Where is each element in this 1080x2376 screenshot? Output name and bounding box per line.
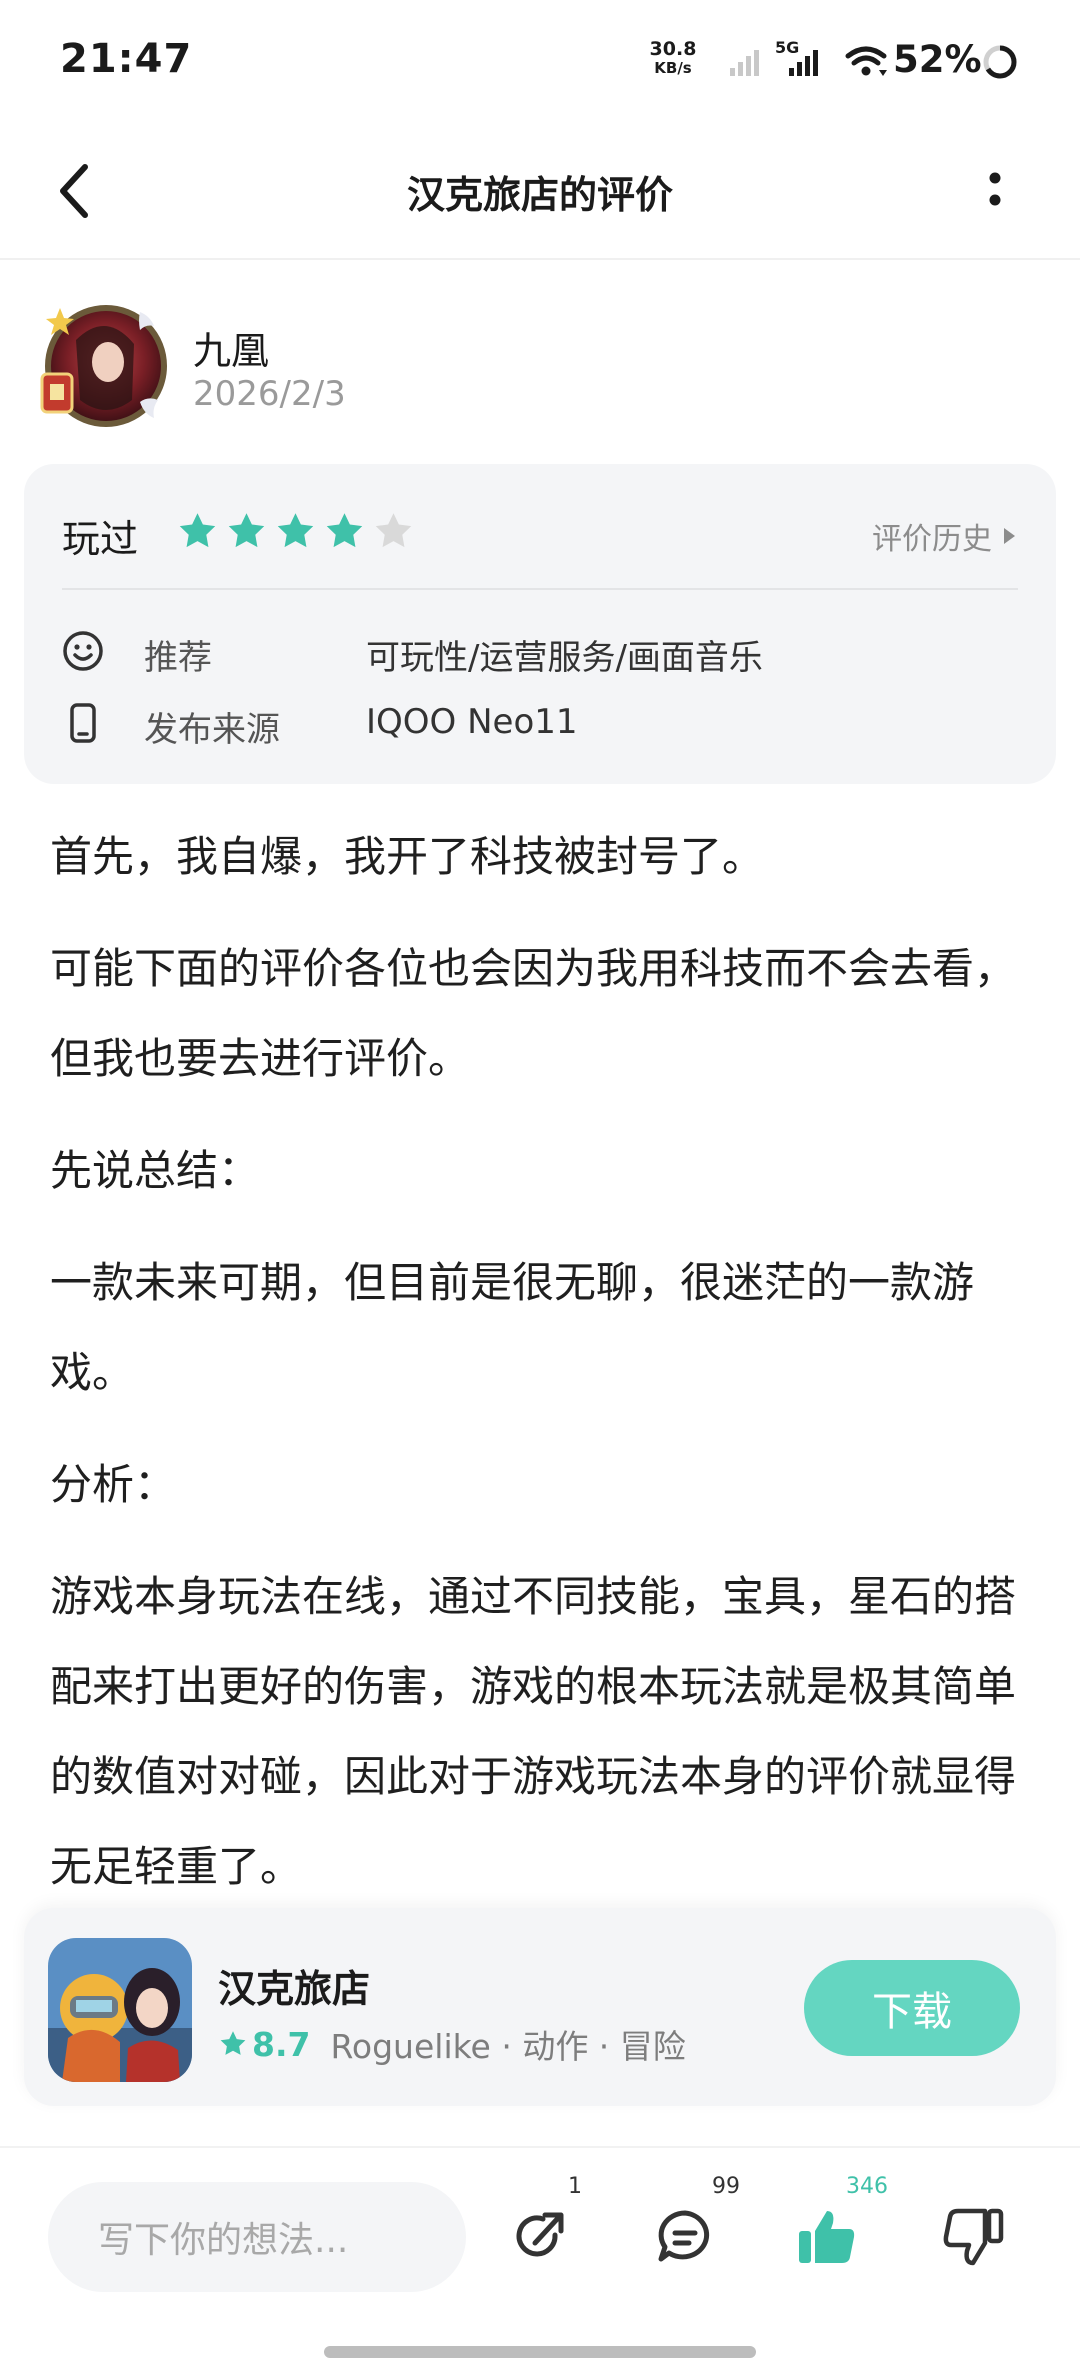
review-paragraph: 首先，我自爆，我开了科技被封号了。 xyxy=(50,832,765,881)
battery-icon xyxy=(983,45,1017,79)
review-paragraph: 可能下面的评价各位也会因为我用科技而不会去看，但我也要去进行评价。 xyxy=(50,944,1017,1083)
review-paragraph: 分析： xyxy=(50,1460,177,1509)
game-card[interactable]: 汉克旅店 8.7 Roguelike · 动作 · 冒险 下载 xyxy=(24,1908,1056,2106)
review-date: 2026/2/3 xyxy=(193,374,346,414)
review-body: 首先，我自爆，我开了科技被封号了。 可能下面的评价各位也会因为我用科技而不会去看… xyxy=(50,812,1030,1934)
avatar[interactable] xyxy=(36,300,170,430)
recommend-value: 可玩性/运营服务/画面音乐 xyxy=(366,638,763,678)
star-empty-icon xyxy=(375,513,412,548)
network-speed-value: 30.8 xyxy=(649,38,697,60)
signal-5g-icon xyxy=(789,50,818,76)
share-button[interactable]: 1 xyxy=(496,2174,586,2282)
status-bar: 21:47 30.8 KB/s 5G 52% xyxy=(0,0,1080,120)
more-vertical-icon xyxy=(989,172,1001,206)
star-rating xyxy=(176,510,415,553)
review-info-card: 玩过 评价历史 推荐 可玩性/运营服务/画面音乐 发布来源 IQOO Neo11 xyxy=(24,464,1056,784)
network-speed-unit: KB/s xyxy=(654,59,692,77)
source-value: IQOO Neo11 xyxy=(366,702,578,742)
review-paragraph: 游戏本身玩法在线，通过不同技能，宝具，星石的搭配来打出更好的伤害，游戏的根本玩法… xyxy=(50,1572,1017,1891)
star-icon xyxy=(277,513,314,548)
game-icon[interactable] xyxy=(48,1938,192,2082)
like-button[interactable]: 346 xyxy=(782,2174,888,2282)
triangle-right-icon xyxy=(1004,528,1015,544)
share-icon xyxy=(516,2212,564,2257)
card-divider xyxy=(62,588,1018,590)
review-author-name[interactable]: 九凰 xyxy=(193,320,269,375)
game-icon-image xyxy=(48,1938,192,2082)
recommend-row: 推荐 可玩性/运营服务/画面音乐 xyxy=(62,620,1018,680)
star-icon xyxy=(326,513,363,548)
wifi-icon xyxy=(845,46,887,76)
avatar-image xyxy=(40,305,167,427)
status-time: 21:47 xyxy=(60,36,193,82)
comment-button[interactable]: 99 xyxy=(640,2174,740,2282)
comment-input-placeholder: 写下你的想法... xyxy=(98,2220,349,2261)
game-meta: 8.7 Roguelike · 动作 · 冒险 xyxy=(218,2020,686,2068)
recommend-label: 推荐 xyxy=(144,638,212,678)
thumbs-down-icon xyxy=(943,2208,1004,2266)
share-count: 1 xyxy=(568,2174,582,2199)
battery-percentage: 52% xyxy=(893,38,982,81)
like-count: 346 xyxy=(846,2174,888,2199)
source-row: 发布来源 IQOO Neo11 xyxy=(62,692,1018,752)
game-name[interactable]: 汉克旅店 xyxy=(218,1958,370,2013)
review-paragraph: 先说总结： xyxy=(50,1146,261,1195)
nav-bar: 汉克旅店的评价 xyxy=(0,120,1080,260)
comment-icon xyxy=(658,2210,710,2262)
download-button[interactable]: 下载 xyxy=(804,1960,1020,2056)
comment-input[interactable]: 写下你的想法... xyxy=(48,2182,466,2292)
source-label: 发布来源 xyxy=(144,710,280,750)
network-speed: 30.8 KB/s xyxy=(645,40,701,78)
review-author-row: 九凰 2026/2/3 xyxy=(36,300,1036,430)
more-button[interactable] xyxy=(975,160,1015,220)
review-history-link[interactable]: 评价历史 xyxy=(872,514,1016,558)
page-title: 汉克旅店的评价 xyxy=(406,173,673,217)
phone-icon xyxy=(70,703,96,743)
signal-icon xyxy=(730,50,759,76)
dislike-button[interactable] xyxy=(928,2192,1018,2282)
signal-5g: 5G xyxy=(775,38,827,80)
game-tags: Roguelike · 动作 · 冒险 xyxy=(330,2027,686,2066)
comment-count: 99 xyxy=(712,2174,740,2199)
review-history-label: 评价历史 xyxy=(872,522,992,557)
bottom-action-bar: 写下你的想法... 1 99 346 xyxy=(0,2146,1080,2376)
star-icon xyxy=(228,513,265,548)
star-icon xyxy=(220,2031,246,2055)
game-score: 8.7 xyxy=(252,2024,311,2064)
review-paragraph: 一款未来可期，但目前是很无聊，很迷茫的一款游戏。 xyxy=(50,1258,975,1397)
thumbs-up-icon xyxy=(799,2211,855,2263)
home-indicator[interactable] xyxy=(324,2346,756,2358)
star-icon xyxy=(179,513,216,548)
played-status-label: 玩过 xyxy=(62,517,139,561)
smile-icon xyxy=(63,631,103,671)
